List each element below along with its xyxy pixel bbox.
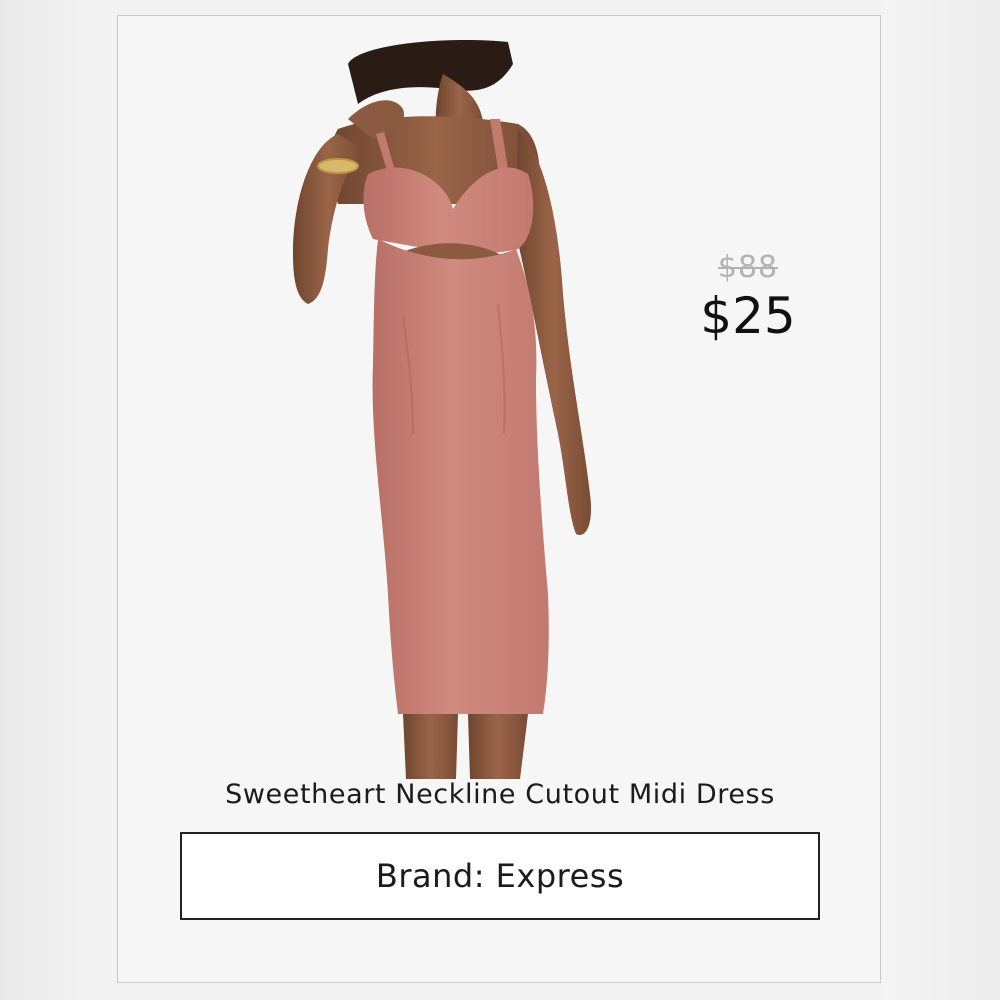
left-background-edge	[0, 0, 100, 1000]
product-card[interactable]: $88 $25 Sweetheart Neckline Cutout Midi …	[117, 15, 881, 983]
bracelet	[317, 158, 359, 174]
dress-skirt	[372, 239, 549, 714]
product-title[interactable]: Sweetheart Neckline Cutout Midi Dress	[118, 779, 882, 810]
product-photo[interactable]	[198, 34, 618, 779]
right-background-edge	[882, 0, 1000, 1000]
price-block: $88 $25	[683, 250, 813, 345]
model-legs	[468, 714, 528, 779]
sale-price: $25	[700, 287, 796, 345]
model-hair	[348, 40, 513, 104]
brand-button[interactable]: Brand: Express	[180, 832, 820, 920]
original-price: $88	[717, 250, 779, 285]
model-legs	[403, 714, 458, 779]
brand-label: Brand: Express	[375, 857, 625, 895]
